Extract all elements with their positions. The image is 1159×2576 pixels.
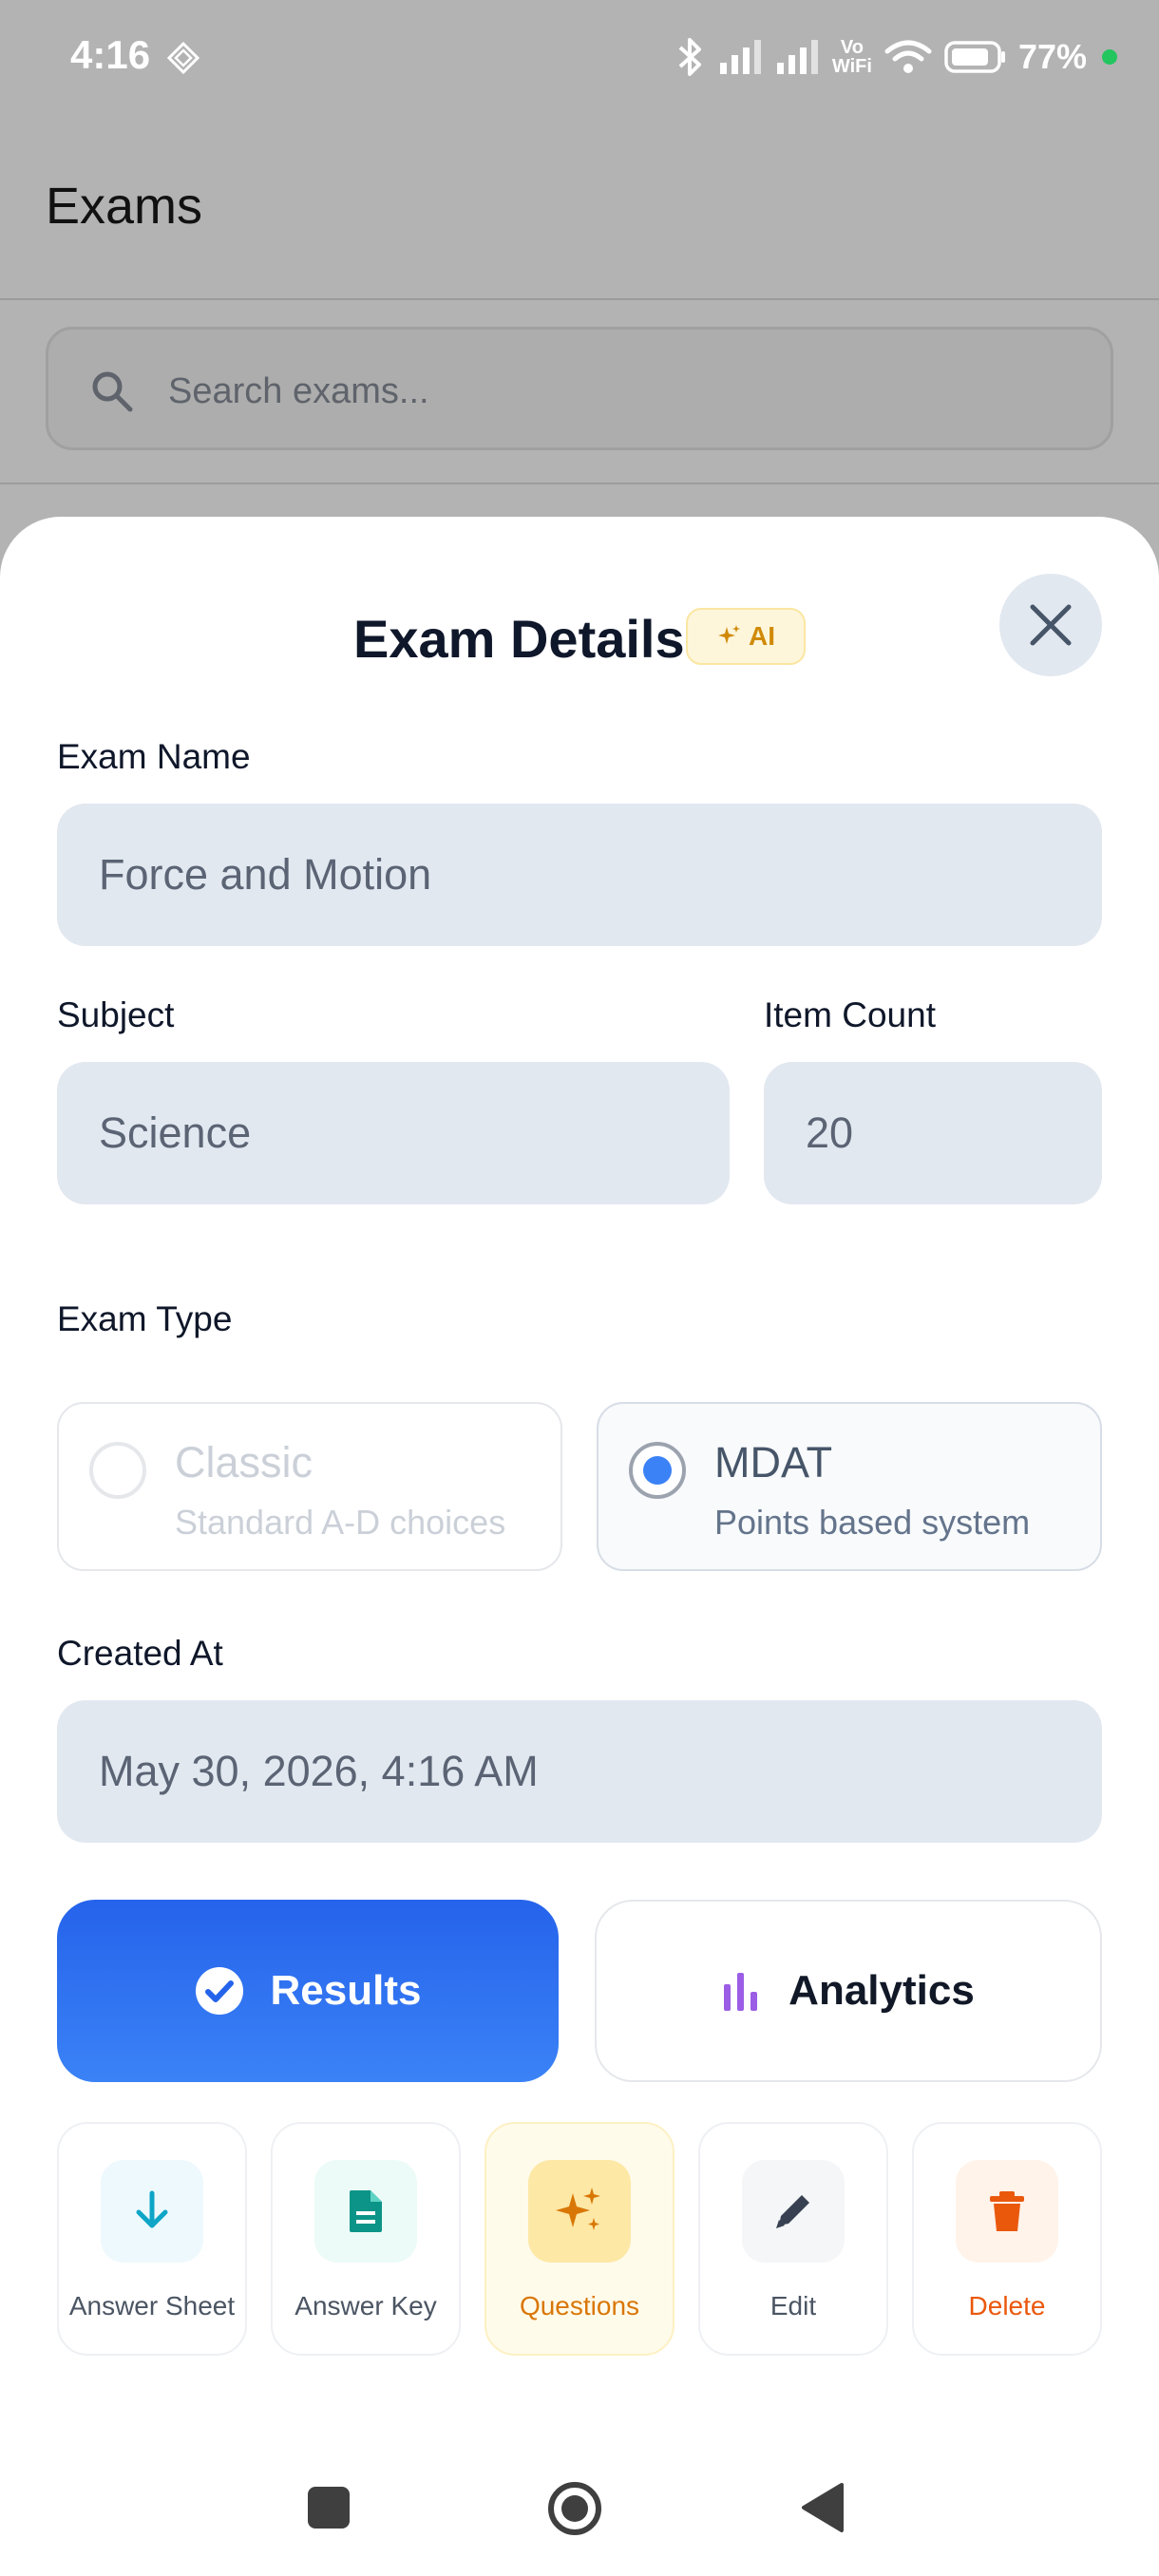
battery-percent: 77% xyxy=(1017,37,1087,76)
signal-icon xyxy=(719,40,761,74)
back-button[interactable] xyxy=(800,2481,846,2534)
created-at-label: Created At xyxy=(57,1634,223,1673)
app-bar: Exams xyxy=(0,114,1159,300)
exam-type-title: Classic xyxy=(175,1438,314,1487)
tile-icon-box xyxy=(956,2160,1058,2263)
vowifi-indicator: Vo WiFi xyxy=(831,37,872,77)
search-icon xyxy=(92,371,133,412)
edit-tile[interactable]: Edit xyxy=(698,2122,888,2356)
subject-field[interactable]: Science xyxy=(57,1062,730,1204)
tile-label: Answer Sheet xyxy=(68,2291,236,2320)
exam-type-title: MDAT xyxy=(714,1438,833,1487)
answer-key-tile[interactable]: Answer Key xyxy=(271,2122,461,2356)
radio-classic[interactable] xyxy=(89,1442,146,1499)
exam-type-label: Exam Type xyxy=(57,1299,233,1338)
tile-icon-box xyxy=(528,2160,631,2263)
search-section xyxy=(0,300,1159,484)
trash-icon xyxy=(990,2191,1024,2231)
search-input[interactable] xyxy=(168,358,1023,425)
item-count-field[interactable]: 20 xyxy=(764,1062,1102,1204)
status-time: 4:16 xyxy=(70,32,151,77)
exam-details-sheet: Exam Details AI Exam Name Force and Moti… xyxy=(0,517,1159,2576)
exam-name-field[interactable]: Force and Motion xyxy=(57,804,1102,946)
close-button[interactable] xyxy=(999,574,1102,676)
pencil-icon xyxy=(776,2195,809,2228)
exam-type-mdat[interactable]: MDAT Points based system xyxy=(597,1402,1102,1571)
tile-icon-box xyxy=(314,2160,417,2263)
radio-selected-dot xyxy=(643,1456,672,1485)
battery-icon xyxy=(944,41,1005,73)
exam-name-label: Exam Name xyxy=(57,737,251,776)
ai-badge-label: AI xyxy=(749,621,775,651)
exam-type-classic[interactable]: Classic Standard A-D choices xyxy=(57,1402,562,1571)
tile-label: Answer Key xyxy=(294,2291,437,2320)
recents-button[interactable] xyxy=(308,2487,350,2529)
answer-sheet-tile[interactable]: Answer Sheet xyxy=(57,2122,247,2356)
analytics-button[interactable]: Analytics xyxy=(595,1900,1102,2082)
status-bar: 4:16 Vo WiFi 77% xyxy=(0,0,1159,114)
bar-chart-icon xyxy=(724,1973,758,2011)
tile-icon-box xyxy=(101,2160,203,2263)
radio-mdat[interactable] xyxy=(629,1442,686,1499)
questions-tile[interactable]: Questions xyxy=(484,2122,674,2356)
status-icons: Vo WiFi 77% xyxy=(674,32,1117,82)
check-circle-icon xyxy=(195,1967,243,2015)
item-count-label: Item Count xyxy=(764,995,936,1034)
notification-diamond-icon xyxy=(167,42,200,74)
download-icon xyxy=(136,2190,168,2228)
sparkles-icon xyxy=(556,2188,600,2230)
bluetooth-icon xyxy=(678,38,701,76)
page-title: Exams xyxy=(46,178,203,235)
exam-type-subtitle: Standard A-D choices xyxy=(175,1503,506,1542)
created-at-field: May 30, 2026, 4:16 AM xyxy=(57,1700,1102,1843)
ai-badge: AI xyxy=(686,608,806,665)
close-icon xyxy=(1030,604,1072,646)
status-dot xyxy=(1102,49,1117,65)
sheet-title: Exam Details xyxy=(353,609,685,669)
exam-type-subtitle: Points based system xyxy=(714,1503,1031,1542)
subject-label: Subject xyxy=(57,995,175,1034)
tile-label: Questions xyxy=(519,2291,640,2320)
wifi-icon xyxy=(884,40,932,73)
search-box[interactable] xyxy=(46,327,1113,450)
tile-icon-box xyxy=(742,2160,845,2263)
delete-tile[interactable]: Delete xyxy=(912,2122,1102,2356)
analytics-label: Analytics xyxy=(788,1967,975,2014)
tile-label: Edit xyxy=(770,2291,817,2320)
sparkles-icon xyxy=(718,625,740,644)
home-button[interactable] xyxy=(547,2481,602,2536)
results-button[interactable]: Results xyxy=(57,1900,559,2082)
signal-icon-2 xyxy=(776,40,818,74)
tile-label: Delete xyxy=(968,2291,1046,2320)
results-label: Results xyxy=(270,1967,422,2014)
document-icon xyxy=(350,2190,382,2232)
